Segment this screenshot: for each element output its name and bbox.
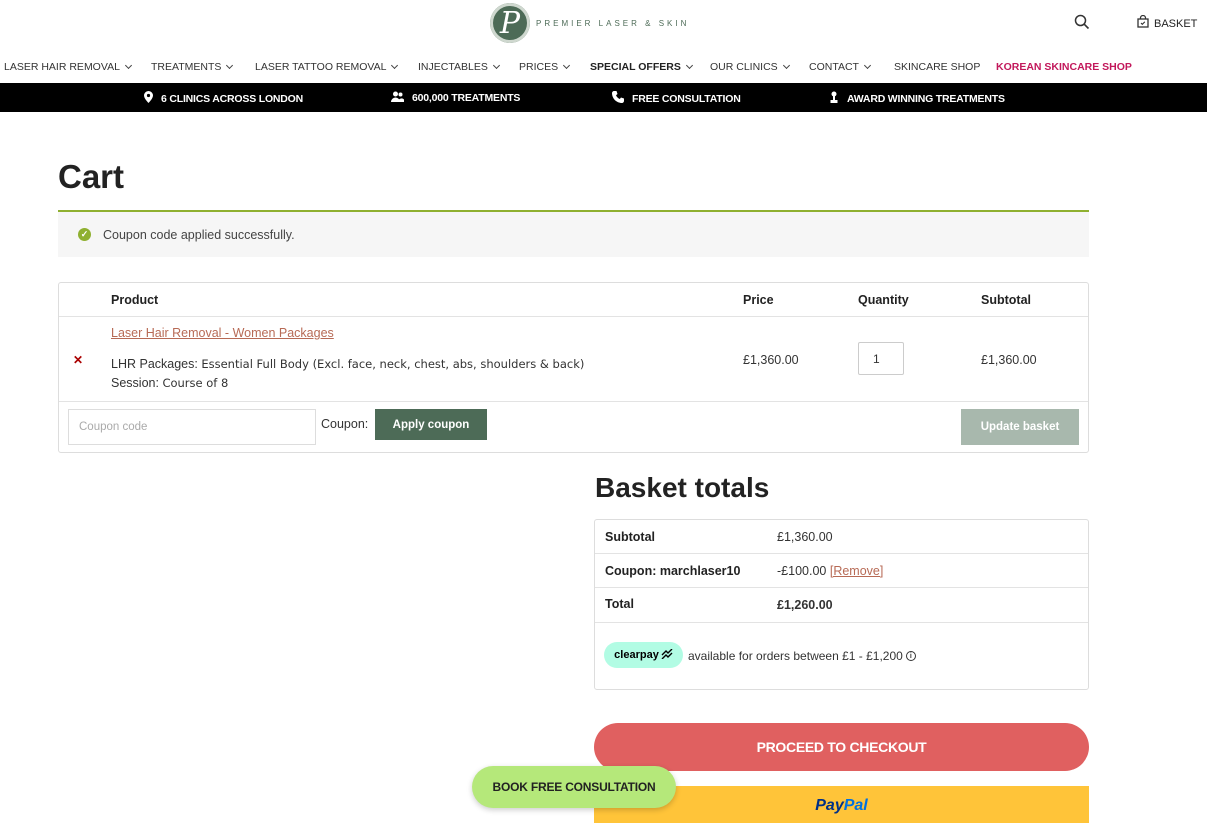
col-subtotal: Subtotal [981, 293, 1031, 307]
chevron-down-icon [782, 61, 790, 70]
chevron-down-icon [124, 61, 132, 70]
logo-text: PREMIER LASER & SKIN [536, 18, 690, 28]
info-treatments: 600,000 TREATMENTS [391, 91, 520, 105]
divider [59, 316, 1088, 317]
divider [595, 622, 1088, 623]
nav-skincare-shop[interactable]: SKINCARE SHOP [894, 61, 980, 73]
basket-totals-title: Basket totals [595, 472, 770, 503]
nav-korean-skincare-shop[interactable]: KOREAN SKINCARE SHOP [996, 61, 1132, 73]
notice-text: Coupon code applied successfully. [103, 227, 295, 242]
phone-icon [612, 91, 624, 106]
coupon-success-notice: ✓ Coupon code applied successfully. [58, 210, 1089, 257]
nav-prices[interactable]: PRICES [519, 61, 571, 73]
quantity-input[interactable] [858, 342, 904, 375]
check-circle-icon: ✓ [78, 228, 91, 241]
info-award: AWARD WINNING TREATMENTS [829, 91, 1005, 106]
chevron-down-icon [492, 61, 500, 70]
apply-coupon-button[interactable]: Apply coupon [375, 409, 487, 440]
search-icon[interactable] [1074, 14, 1092, 32]
coupon-row-label: Coupon: marchlaser10 [605, 564, 741, 578]
basket-totals-table: Subtotal £1,360.00 Coupon: marchlaser10 … [594, 519, 1089, 690]
item-session: Session: Course of 8 [111, 376, 229, 390]
nav-our-clinics[interactable]: OUR CLINICS [710, 61, 790, 73]
info-consultation: FREE CONSULTATION [612, 91, 741, 106]
nav-laser-hair-removal[interactable]: LASER HAIR REMOVAL [4, 61, 132, 73]
chevron-down-icon [391, 61, 399, 70]
divider [595, 553, 1088, 554]
clearpay-info: available for orders between £1 - £1,200… [688, 649, 916, 663]
remove-coupon-link[interactable]: [Remove] [830, 564, 884, 578]
total-label: Total [605, 597, 634, 611]
item-subtotal: £1,360.00 [981, 353, 1037, 367]
info-icon[interactable]: i [905, 651, 916, 661]
main-nav: LASER HAIR REMOVAL TREATMENTS LASER TATT… [0, 57, 1207, 77]
item-price: £1,360.00 [743, 353, 799, 367]
chevron-down-icon [226, 61, 234, 70]
nav-treatments[interactable]: TREATMENTS [151, 61, 234, 73]
product-link[interactable]: Laser Hair Removal - Women Packages [111, 326, 334, 340]
basket-label: BASKET [1154, 17, 1198, 30]
chevron-down-icon [563, 61, 571, 70]
basket-link[interactable]: BASKET [1136, 14, 1198, 32]
divider [595, 587, 1088, 588]
update-basket-button[interactable]: Update basket [961, 409, 1079, 445]
subtotal-value: £1,360.00 [777, 530, 833, 544]
nav-injectables[interactable]: INJECTABLES [418, 61, 500, 73]
chevron-down-icon [685, 61, 693, 70]
subtotal-label: Subtotal [605, 530, 655, 544]
clearpay-arrows-icon [661, 648, 673, 662]
col-price: Price [743, 293, 774, 307]
cart-table: Product Price Quantity Subtotal ✕ Laser … [58, 282, 1089, 453]
coupon-row-value: -£100.00 [Remove] [777, 564, 884, 578]
coupon-label: Coupon: [321, 417, 369, 431]
logo-mark: P [490, 3, 530, 43]
nav-laser-tattoo-removal[interactable]: LASER TATTOO REMOVAL [255, 61, 399, 73]
map-pin-icon [144, 91, 153, 106]
chevron-down-icon [863, 61, 872, 70]
nav-special-offers[interactable]: SPECIAL OFFERS [590, 61, 693, 73]
remove-item-icon[interactable]: ✕ [73, 353, 83, 367]
coupon-code-input[interactable] [68, 409, 316, 445]
col-quantity: Quantity [858, 293, 909, 307]
info-clinics: 6 CLINICS ACROSS LONDON [144, 91, 303, 106]
proceed-to-checkout-button[interactable]: PROCEED TO CHECKOUT [594, 723, 1089, 771]
basket-icon [1136, 14, 1150, 32]
item-package: LHR Packages: Essential Full Body (Excl.… [111, 357, 585, 371]
site-logo[interactable]: P PREMIER LASER & SKIN [490, 3, 689, 43]
info-bar: 6 CLINICS ACROSS LONDON 600,000 TREATMEN… [0, 83, 1207, 112]
users-icon [391, 91, 404, 105]
book-consultation-button[interactable]: BOOK FREE CONSULTATION [472, 766, 676, 808]
award-icon [829, 91, 839, 106]
clearpay-badge[interactable]: clearpay [604, 642, 683, 668]
page-title: Cart [58, 158, 125, 195]
col-product: Product [111, 293, 159, 307]
total-value: £1,260.00 [777, 598, 833, 612]
divider [59, 401, 1088, 402]
nav-contact[interactable]: CONTACT [809, 61, 872, 73]
site-header: P PREMIER LASER & SKIN BASKET [0, 0, 1207, 48]
